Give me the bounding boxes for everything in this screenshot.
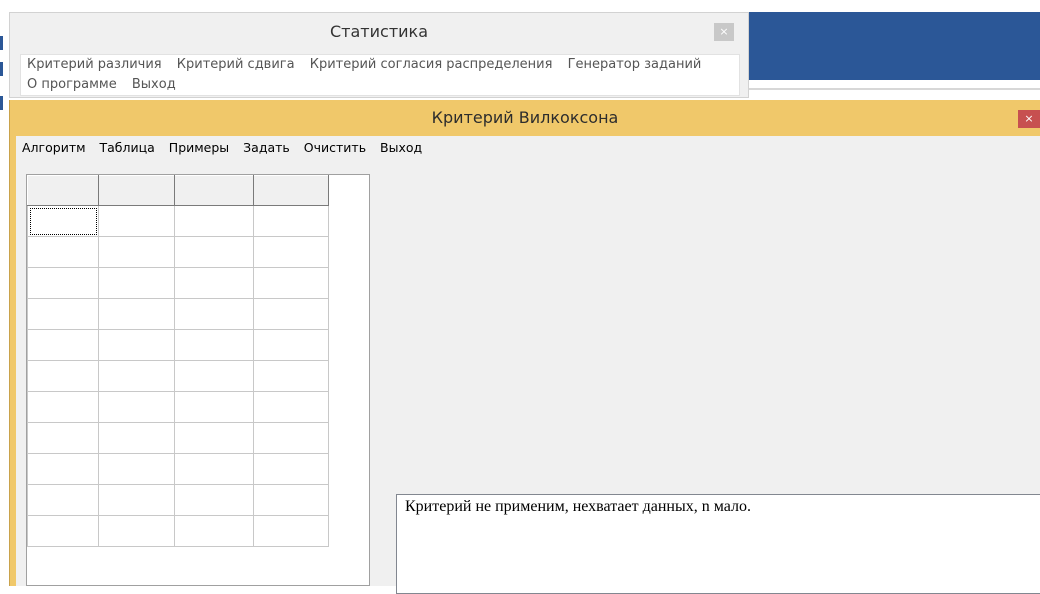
grid-cell[interactable]: [27, 453, 99, 485]
menu-item-exit-parent[interactable]: Выход: [132, 77, 176, 92]
grid-cell[interactable]: [27, 391, 99, 423]
grid-cell[interactable]: [253, 329, 329, 361]
grid-cell[interactable]: [174, 484, 254, 516]
menu-item-about[interactable]: О программе: [27, 77, 117, 92]
table-row: [27, 453, 329, 485]
menu-item-algorithm[interactable]: Алгоритм: [22, 140, 86, 155]
grid-column-header[interactable]: [27, 175, 99, 206]
grid-cell[interactable]: [27, 236, 99, 268]
parent-window: Статистика × Критерий различия Критерий …: [9, 12, 749, 98]
grid-column-header[interactable]: [98, 175, 175, 206]
menu-item-exit[interactable]: Выход: [380, 140, 422, 155]
grid-cell[interactable]: [174, 360, 254, 392]
grid-cell[interactable]: [174, 236, 254, 268]
grid-cell[interactable]: [174, 453, 254, 485]
grid-cell[interactable]: [253, 205, 329, 237]
parent-window-title: Статистика: [330, 22, 428, 41]
edge-mark: [0, 36, 3, 50]
grid-cell[interactable]: [27, 205, 99, 237]
menu-item-task-generator[interactable]: Генератор заданий: [568, 57, 702, 72]
grid-cell[interactable]: [98, 484, 175, 516]
data-grid[interactable]: [26, 174, 370, 586]
grid-cell[interactable]: [253, 484, 329, 516]
table-row: [27, 267, 329, 299]
grid-cell[interactable]: [98, 453, 175, 485]
grid-cell[interactable]: [98, 360, 175, 392]
grid-cell[interactable]: [253, 267, 329, 299]
grid-cell[interactable]: [98, 329, 175, 361]
menu-item-shift-criterion[interactable]: Критерий сдвига: [177, 57, 295, 72]
desktop-edge: [0, 0, 9, 586]
grid-body: [27, 205, 329, 547]
grid-cell[interactable]: [174, 515, 254, 547]
background-window-blue-bar: [749, 12, 1040, 80]
dialog-close-button[interactable]: ×: [1018, 110, 1040, 128]
table-row: [27, 205, 329, 237]
grid-column-header[interactable]: [253, 175, 329, 206]
background-window-line: [749, 88, 1040, 90]
grid-cell[interactable]: [174, 298, 254, 330]
grid-cell[interactable]: [27, 267, 99, 299]
table-row: [27, 298, 329, 330]
grid-cell[interactable]: [253, 422, 329, 454]
data-grid-table: [27, 175, 329, 547]
grid-cell[interactable]: [98, 236, 175, 268]
result-text-box[interactable]: Критерий не применим, нехватает данных, …: [396, 494, 1040, 594]
dialog-client-area: Алгоритм Таблица Примеры Задать Очистить…: [16, 136, 1040, 594]
parent-menu-bar: Критерий различия Критерий сдвига Критер…: [20, 54, 740, 96]
menu-item-clear[interactable]: Очистить: [304, 140, 366, 155]
table-row: [27, 484, 329, 516]
grid-cell[interactable]: [27, 298, 99, 330]
grid-cell[interactable]: [174, 391, 254, 423]
menu-item-set[interactable]: Задать: [243, 140, 290, 155]
grid-cell[interactable]: [253, 453, 329, 485]
grid-cell[interactable]: [98, 298, 175, 330]
parent-close-button[interactable]: ×: [714, 23, 734, 41]
grid-cell[interactable]: [174, 267, 254, 299]
dialog-title: Критерий Вилкоксона: [431, 108, 619, 127]
grid-cell[interactable]: [253, 391, 329, 423]
table-row: [27, 329, 329, 361]
grid-cell[interactable]: [27, 329, 99, 361]
grid-cell[interactable]: [253, 236, 329, 268]
menu-item-goodness-of-fit[interactable]: Критерий согласия распределения: [310, 57, 553, 72]
menu-item-table[interactable]: Таблица: [100, 140, 155, 155]
edge-mark: [0, 96, 3, 110]
menu-item-difference-criterion[interactable]: Критерий различия: [27, 57, 162, 72]
grid-cell[interactable]: [253, 360, 329, 392]
table-row: [27, 360, 329, 392]
grid-cell[interactable]: [98, 205, 175, 237]
grid-cell[interactable]: [98, 422, 175, 454]
table-row: [27, 515, 329, 547]
table-row: [27, 422, 329, 454]
grid-cell[interactable]: [174, 329, 254, 361]
grid-cell[interactable]: [253, 515, 329, 547]
grid-column-header[interactable]: [174, 175, 254, 206]
grid-cell[interactable]: [27, 360, 99, 392]
grid-cell[interactable]: [98, 515, 175, 547]
grid-cell[interactable]: [98, 267, 175, 299]
grid-cell[interactable]: [27, 484, 99, 516]
grid-cell[interactable]: [98, 391, 175, 423]
grid-cell[interactable]: [253, 298, 329, 330]
dialog-menu-bar: Алгоритм Таблица Примеры Задать Очистить…: [16, 136, 1040, 160]
grid-cell[interactable]: [27, 422, 99, 454]
grid-header-row: [27, 175, 329, 206]
wilcoxon-dialog: Критерий Вилкоксона × Алгоритм Таблица П…: [9, 100, 1040, 594]
table-row: [27, 391, 329, 423]
grid-cell[interactable]: [27, 515, 99, 547]
table-row: [27, 236, 329, 268]
menu-item-examples[interactable]: Примеры: [169, 140, 229, 155]
grid-cell[interactable]: [174, 422, 254, 454]
grid-cell[interactable]: [174, 205, 254, 237]
edge-mark: [0, 62, 3, 76]
